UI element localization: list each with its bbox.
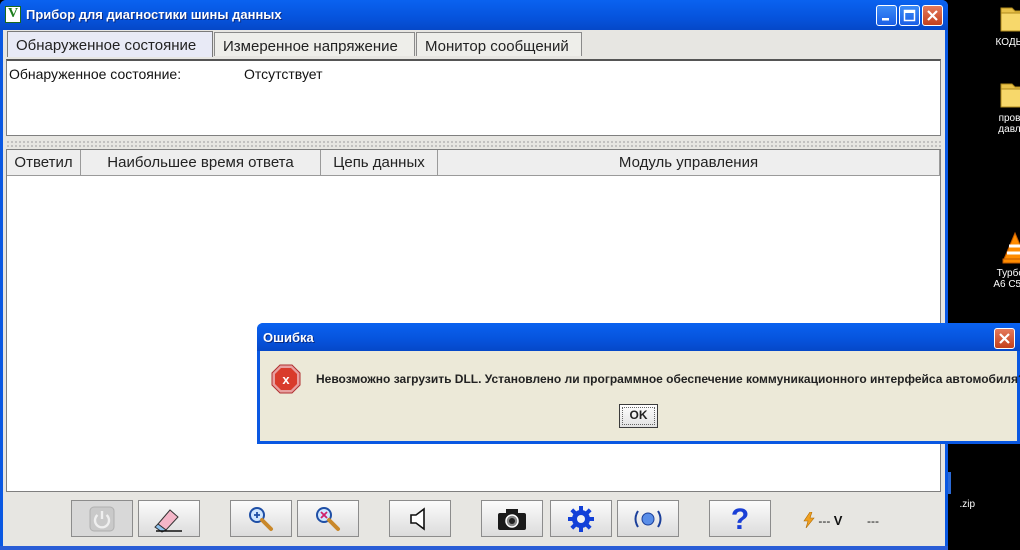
table-header: Ответил Наибольшее время ответа Цепь дан… [7,150,940,176]
minimize-icon [882,18,889,21]
close-icon [927,10,938,21]
desktop-icon-turbo-video[interactable]: Турбо.A A6 C5.Re [975,231,1020,290]
app-icon[interactable]: V [5,6,21,23]
maximize-icon [903,9,916,22]
desktop-icon-proverka[interactable]: провер давлен [975,76,1020,135]
error-dialog: Ошибка x Невозможно загрузить DLL. Устан… [257,323,1020,444]
column-header-data-circuit[interactable]: Цепь данных [321,150,438,175]
help-icon: ? [731,504,749,534]
column-header-responded[interactable]: Ответил [7,150,81,175]
split-divider[interactable] [6,140,941,148]
tab-message-monitor[interactable]: Монитор сообщений [416,32,582,56]
dialog-message: Невозможно загрузить DLL. Установлено ли… [316,372,1020,386]
dialog-close-button[interactable] [994,328,1015,349]
folder-icon [1000,7,1020,32]
connection-icon [634,509,662,528]
zoom-out-button[interactable] [297,500,359,537]
screenshot-button[interactable] [481,500,543,537]
column-header-max-response-time[interactable]: Наибольшее время ответа [81,150,321,175]
window-title: Прибор для диагностики шины данных [26,7,282,22]
dialog-body: x Невозможно загрузить DLL. Установлено … [260,351,1020,441]
desktop-icon-label: КОДЫ D [995,37,1020,48]
status-value: Отсутствует [244,66,323,82]
eraser-icon [154,508,182,533]
main-window: V Прибор для диагностики шины данных Обн… [0,0,948,550]
desktop-icon-label: Турбо.A [996,268,1020,279]
window-bottom-edge [0,546,948,550]
svg-text:?: ? [731,504,749,534]
zoom-out-icon [316,506,340,531]
dialog-title: Ошибка [263,330,314,345]
bottom-toolbar: ? --- V --- [3,496,945,546]
power-icon [89,506,115,531]
error-icon: x [271,364,301,394]
vlc-icon [1002,231,1020,264]
voltage-readout: --- V --- [803,511,880,529]
desktop-icon-label: провер [998,113,1020,124]
clear-button[interactable] [138,500,200,537]
minimize-button[interactable] [876,5,897,26]
extra-readout-value: --- [867,514,880,528]
tab-detected-state[interactable]: Обнаруженное состояние [7,31,213,57]
tab-measured-voltage[interactable]: Измеренное напряжение [214,32,415,56]
close-button[interactable] [922,5,943,26]
desktop-icon-kody[interactable]: КОДЫ D [975,0,1020,48]
zoom-in-icon [249,506,273,531]
close-icon [999,333,1010,344]
zoom-in-button[interactable] [230,500,292,537]
lightning-icon [803,511,815,529]
status-label: Обнаруженное состояние: [9,66,182,82]
folder-icon [1000,83,1020,108]
dialog-titlebar[interactable]: Ошибка [257,323,1020,351]
voltage-value: --- [818,514,831,528]
help-button[interactable]: ? [709,500,771,537]
power-button[interactable] [71,500,133,537]
status-panel: Обнаруженное состояние: Отсутствует [6,59,941,136]
desktop-icon-label: A6 C5.Re [993,279,1020,290]
voltage-unit: V [833,513,843,528]
connection-button[interactable] [617,500,679,537]
gear-icon [568,505,594,532]
window-titlebar[interactable]: V Прибор для диагностики шины данных [0,0,948,30]
sound-button[interactable] [389,500,451,537]
maximize-button[interactable] [899,5,920,26]
window-client-area: Обнаруженное состояние Измеренное напряж… [3,30,945,549]
column-header-control-module[interactable]: Модуль управления [438,150,940,175]
svg-text:x: x [282,372,290,387]
speaker-icon [410,506,425,531]
desktop-icon-label: давлен [998,124,1020,135]
settings-button[interactable] [550,500,612,537]
ok-button[interactable]: OK [619,404,658,428]
camera-icon [498,508,526,530]
